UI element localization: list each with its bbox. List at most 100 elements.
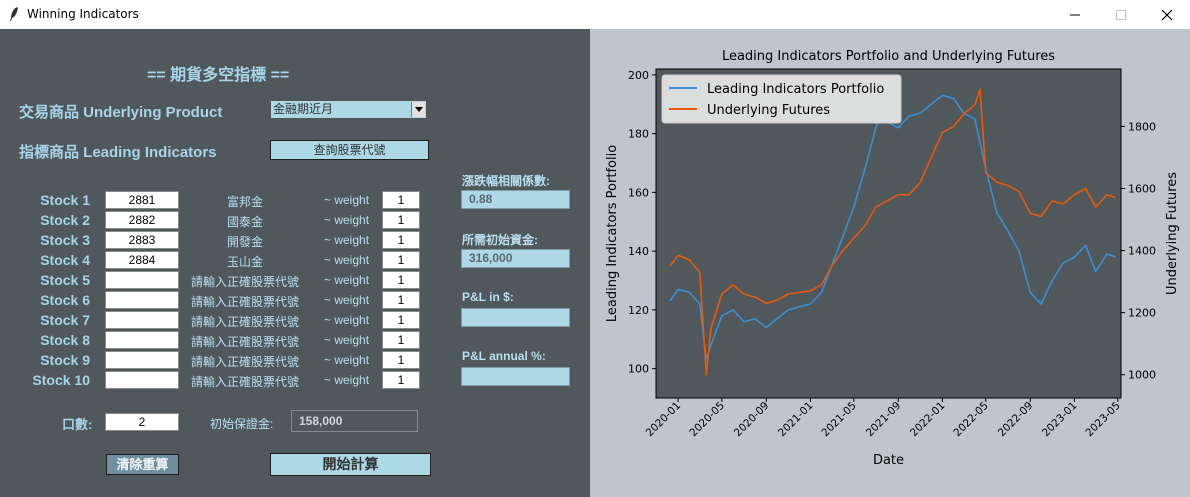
weight-input[interactable]: 1 xyxy=(382,331,420,349)
legend-label-1: Leading Indicators Portfolio xyxy=(707,82,884,97)
weight-input[interactable]: 1 xyxy=(382,211,420,229)
y2-tick-label: 1200 xyxy=(1128,307,1156,320)
window-titlebar: Winning Indicators xyxy=(0,0,1190,29)
reset-button[interactable]: 清除重算 xyxy=(106,454,179,475)
stock-name: 請輸入正確股票代號 xyxy=(190,355,299,369)
stock-label: Stock 5 xyxy=(40,272,90,288)
stock-label: Stock 7 xyxy=(40,312,90,328)
close-button[interactable] xyxy=(1144,0,1190,29)
x-tick-label: 2022-05 xyxy=(951,400,991,440)
stock-name: 富邦金 xyxy=(226,195,263,209)
correlation-label: 漲跌幅相關係數: xyxy=(462,174,550,188)
stock-label: Stock 3 xyxy=(40,232,90,248)
feather-icon xyxy=(10,7,18,21)
y-tick-label: 180 xyxy=(628,128,649,141)
weight-label: ~ weight xyxy=(324,193,370,207)
stock-name: 請輸入正確股票代號 xyxy=(190,275,299,289)
pnl-annual-field xyxy=(461,367,570,386)
initial-capital-field: 316,000 xyxy=(461,249,570,268)
x-tick-label: 2023-01 xyxy=(1040,400,1080,440)
window-title: Winning Indicators xyxy=(27,7,139,21)
initial-margin-field: 158,000 xyxy=(291,410,418,432)
leading-indicators-label: 指標商品 Leading Indicators xyxy=(19,144,217,161)
stock-name: 請輸入正確股票代號 xyxy=(190,295,299,309)
weight-input[interactable]: 1 xyxy=(382,351,420,369)
close-icon xyxy=(1161,9,1173,20)
weight-input[interactable]: 1 xyxy=(382,231,420,249)
y2-axis-label: Underlying Futures xyxy=(1165,172,1180,295)
legend-label-2: Underlying Futures xyxy=(707,103,830,118)
stock-code-input[interactable]: 2882 xyxy=(105,211,179,229)
underlying-product-select[interactable]: 金融期近月 xyxy=(270,100,427,119)
minimize-button[interactable] xyxy=(1052,0,1098,29)
y2-tick-label: 1600 xyxy=(1128,182,1156,195)
stock-code-input[interactable] xyxy=(105,371,179,389)
x-tick-label: 2021-05 xyxy=(819,400,859,440)
pnl-field xyxy=(461,308,570,327)
start-calculation-button[interactable]: 開始計算 xyxy=(270,453,431,476)
weight-label: ~ weight xyxy=(324,313,370,327)
weight-label: ~ weight xyxy=(324,373,370,387)
lookup-stock-code-button[interactable]: 查詢股票代號 xyxy=(270,140,429,160)
stock-code-input[interactable] xyxy=(105,331,179,349)
weight-label: ~ weight xyxy=(324,333,370,347)
y-axis-label: Leading Indicators Portfolio xyxy=(605,145,620,322)
weight-input[interactable]: 1 xyxy=(382,271,420,289)
weight-label: ~ weight xyxy=(324,213,370,227)
stock-name: 請輸入正確股票代號 xyxy=(190,315,299,329)
stock-label: Stock 4 xyxy=(40,252,90,268)
x-tick-label: 2020-09 xyxy=(732,400,772,440)
weight-input[interactable]: 1 xyxy=(382,251,420,269)
stock-code-input[interactable] xyxy=(105,311,179,329)
weight-label: ~ weight xyxy=(324,293,370,307)
chevron-down-icon[interactable] xyxy=(411,102,425,117)
x-axis-label: Date xyxy=(873,453,904,468)
x-tick-label: 2022-01 xyxy=(908,400,948,440)
lots-input[interactable]: 2 xyxy=(105,413,179,431)
chart-title: Leading Indicators Portfolio and Underly… xyxy=(722,49,1055,64)
stock-code-input[interactable]: 2884 xyxy=(105,251,179,269)
stock-label: Stock 8 xyxy=(40,332,90,348)
minimize-icon xyxy=(1070,14,1080,15)
underlying-product-value: 金融期近月 xyxy=(273,102,334,116)
weight-input[interactable]: 1 xyxy=(382,311,420,329)
pnl-label: P&L in $: xyxy=(462,290,514,304)
stock-name: 請輸入正確股票代號 xyxy=(190,335,299,349)
weight-label: ~ weight xyxy=(324,353,370,367)
stock-name: 玉山金 xyxy=(226,255,263,269)
x-tick-label: 2020-01 xyxy=(644,400,684,440)
weight-input[interactable]: 1 xyxy=(382,291,420,309)
y2-tick-label: 1400 xyxy=(1128,245,1156,258)
maximize-icon xyxy=(1116,9,1126,20)
stock-label: Stock 10 xyxy=(32,372,90,388)
x-tick-label: 2023-05 xyxy=(1083,400,1123,440)
stock-code-input[interactable]: 2883 xyxy=(105,231,179,249)
stock-code-input[interactable] xyxy=(105,271,179,289)
correlation-field: 0.88 xyxy=(461,190,570,209)
lots-label: 口數: xyxy=(62,417,93,432)
weight-label: ~ weight xyxy=(324,233,370,247)
stock-label: Stock 9 xyxy=(40,352,90,368)
stock-label: Stock 6 xyxy=(40,292,90,308)
stock-label: Stock 1 xyxy=(40,192,90,208)
y-tick-label: 120 xyxy=(628,304,649,317)
weight-input[interactable]: 1 xyxy=(382,371,420,389)
weight-label: ~ weight xyxy=(324,253,370,267)
maximize-button[interactable] xyxy=(1098,0,1144,29)
y2-tick-label: 1000 xyxy=(1128,369,1156,382)
stock-code-input[interactable] xyxy=(105,351,179,369)
y-tick-label: 200 xyxy=(628,69,649,82)
stock-name: 國泰金 xyxy=(226,215,263,229)
initial-margin-label: 初始保證金: xyxy=(210,417,274,431)
stock-name: 請輸入正確股票代號 xyxy=(190,375,299,389)
x-tick-label: 2021-01 xyxy=(776,400,816,440)
weight-input[interactable]: 1 xyxy=(382,191,420,209)
x-tick-label: 2021-09 xyxy=(864,400,904,440)
stock-code-input[interactable] xyxy=(105,291,179,309)
stock-code-input[interactable]: 2881 xyxy=(105,191,179,209)
x-tick-label: 2020-05 xyxy=(687,400,727,440)
stock-name: 開發金 xyxy=(226,235,263,249)
y2-tick-label: 1800 xyxy=(1128,120,1156,133)
y-tick-label: 140 xyxy=(628,245,649,258)
underlying-product-label: 交易商品 Underlying Product xyxy=(19,104,223,121)
